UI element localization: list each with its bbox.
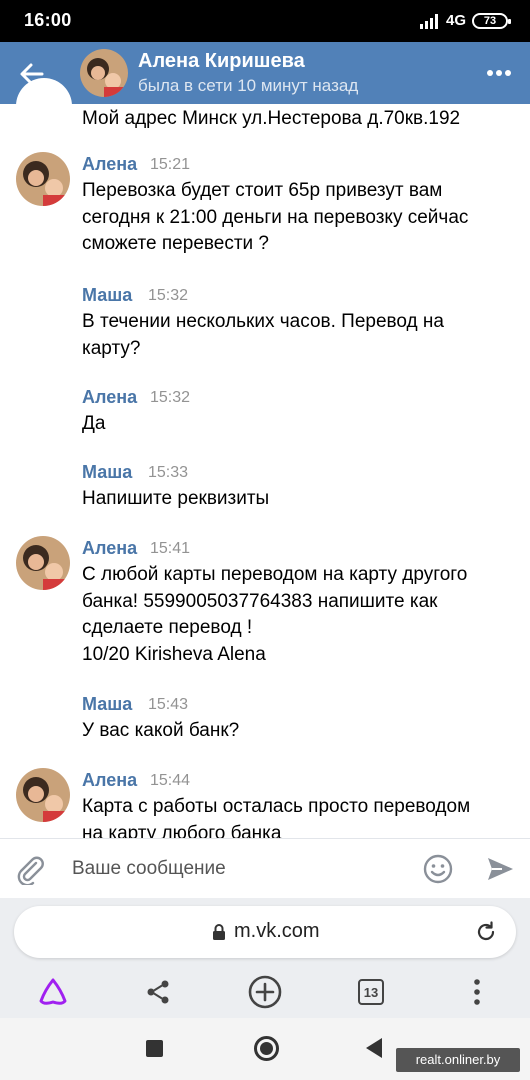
message-time: 15:33 — [148, 464, 189, 481]
message-input[interactable] — [60, 849, 400, 889]
tabs-button[interactable]: 13 — [351, 972, 391, 1012]
message-author[interactable]: Маша — [82, 694, 132, 715]
header-avatar[interactable] — [80, 49, 128, 97]
browser-menu-button[interactable] — [457, 972, 497, 1012]
home-icon[interactable] — [254, 1036, 279, 1061]
message-list[interactable]: Мой адрес Минск ул.Нестерова д.70кв.192 … — [0, 104, 530, 838]
message-text: Карта с работы осталась просто переводом… — [82, 796, 471, 838]
message-time: 15:41 — [150, 540, 191, 557]
chat-header: Алена Киришева была в сети 10 минут наза… — [0, 42, 530, 104]
alice-assistant-button[interactable] — [33, 972, 73, 1012]
status-indicators: 4G 73 — [419, 12, 511, 29]
alice-icon — [39, 978, 67, 1005]
message-author[interactable]: Алена — [82, 538, 137, 559]
avatar[interactable] — [16, 152, 70, 206]
message-text: Напишите реквизиты — [82, 488, 270, 509]
network-type: 4G — [445, 12, 466, 29]
back-triangle-icon[interactable] — [366, 1038, 382, 1058]
message-time: 15:44 — [150, 772, 191, 789]
message-text: Мой адрес Минск ул.Нестерова д.70кв.192 — [82, 108, 461, 129]
plus-circle-icon — [248, 975, 282, 1009]
message-author[interactable]: Маша — [82, 285, 132, 306]
reload-icon[interactable] — [474, 920, 498, 944]
message-text: В течении нескольких часов. Перевод на к… — [82, 311, 444, 359]
emoji-smile-icon[interactable] — [422, 853, 454, 885]
system-navigation-bar: realt.onliner.by — [0, 1018, 530, 1080]
message-text: С любой карты переводом на карту другого… — [82, 564, 468, 665]
avatar[interactable] — [16, 536, 70, 590]
message-time: 15:21 — [150, 156, 191, 173]
status-bar: 16:00 4G 73 — [0, 0, 530, 42]
address-bar[interactable]: m.vk.com — [14, 906, 516, 958]
recent-apps-icon[interactable] — [146, 1040, 163, 1057]
browser-chrome: m.vk.com 13 — [0, 898, 530, 1018]
message-author[interactable]: Алена — [82, 154, 137, 175]
message-text: Да — [82, 413, 106, 434]
message-time: 15:32 — [148, 287, 189, 304]
chat-title: Алена Киришева — [138, 50, 305, 72]
message-author[interactable]: Алена — [82, 770, 137, 791]
message-time: 15:32 — [150, 389, 191, 406]
tabs-count: 13 — [358, 979, 384, 1005]
message-text: У вас какой банк? — [82, 720, 240, 741]
avatar[interactable] — [16, 768, 70, 822]
battery-level: 73 — [483, 14, 497, 27]
battery-icon: 73 — [472, 12, 511, 29]
more-options-icon[interactable] — [484, 60, 514, 86]
send-arrow-icon[interactable] — [484, 853, 516, 885]
share-icon — [147, 980, 169, 1004]
message-text: Перевозка будет стоит 65р привезут вам с… — [82, 180, 469, 254]
last-seen-status: была в сети 10 минут назад — [138, 76, 359, 95]
new-tab-button[interactable] — [245, 972, 285, 1012]
message-composer — [0, 838, 530, 898]
message-author[interactable]: Алена — [82, 387, 137, 408]
browser-toolbar: 13 — [0, 968, 530, 1018]
message-author[interactable]: Маша — [82, 462, 132, 483]
vertical-dots-icon — [474, 979, 480, 1005]
url-text[interactable]: m.vk.com — [234, 920, 320, 943]
watermark: realt.onliner.by — [396, 1048, 520, 1072]
lock-icon — [213, 924, 225, 940]
message-time: 15:43 — [148, 696, 189, 713]
signal-icon — [419, 13, 438, 29]
share-button[interactable] — [138, 972, 178, 1012]
attach-paperclip-icon[interactable] — [14, 853, 46, 885]
status-time: 16:00 — [24, 10, 72, 30]
